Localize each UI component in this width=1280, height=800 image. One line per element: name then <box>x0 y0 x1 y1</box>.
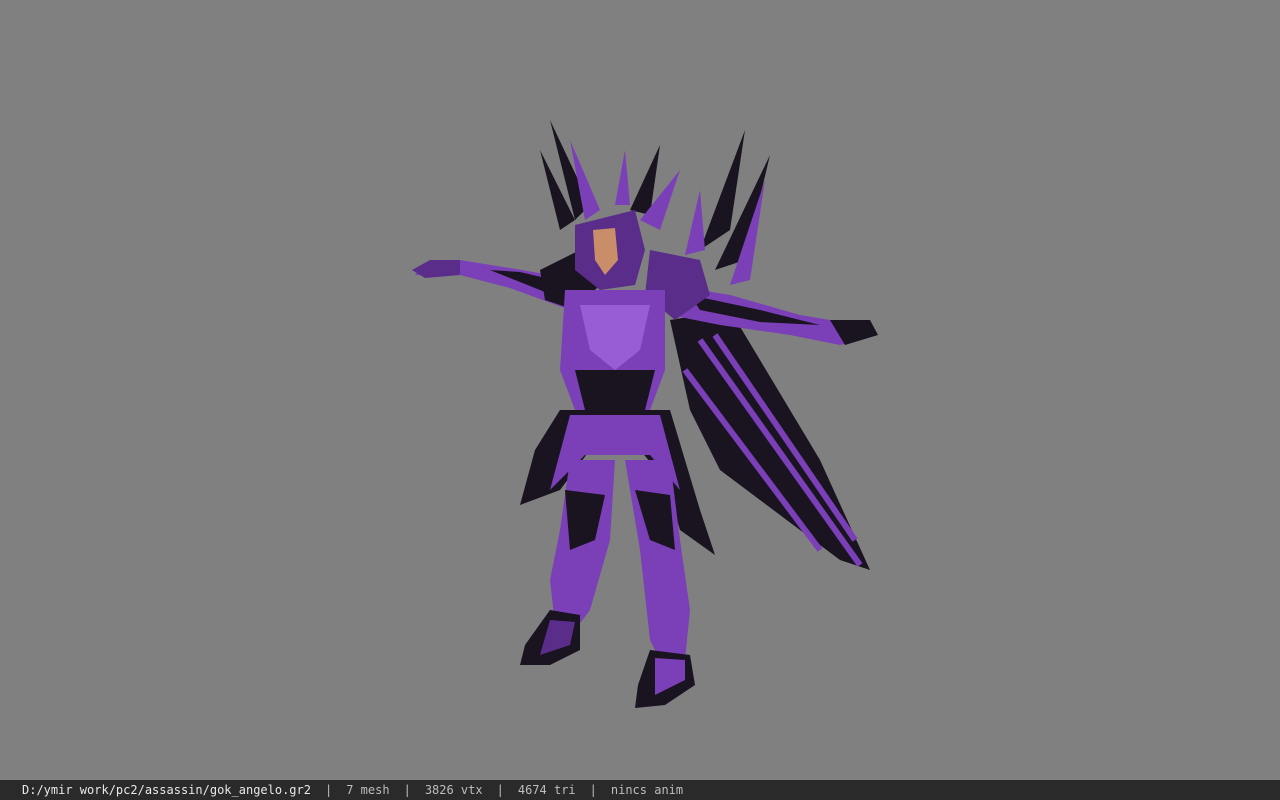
left-hand <box>412 260 460 278</box>
model-viewport[interactable] <box>0 0 1280 780</box>
anim-status: nincs anim <box>610 783 684 797</box>
separator: | <box>589 783 597 797</box>
triangle-count: 4674 tri <box>517 783 576 797</box>
character-model-render[interactable] <box>400 110 890 720</box>
helmet-spikes <box>540 120 680 230</box>
vertex-count: 3826 vtx <box>424 783 483 797</box>
status-bar: D:/ymir work/pc2/assassin/gok_angelo.gr2… <box>0 780 1280 800</box>
mesh-count: 7 mesh <box>346 783 390 797</box>
torso-dark-trim <box>575 370 655 410</box>
separator: | <box>324 783 333 797</box>
file-path: D:/ymir work/pc2/assassin/gok_angelo.gr2 <box>22 783 311 797</box>
separator: | <box>403 783 411 797</box>
separator: | <box>496 783 504 797</box>
